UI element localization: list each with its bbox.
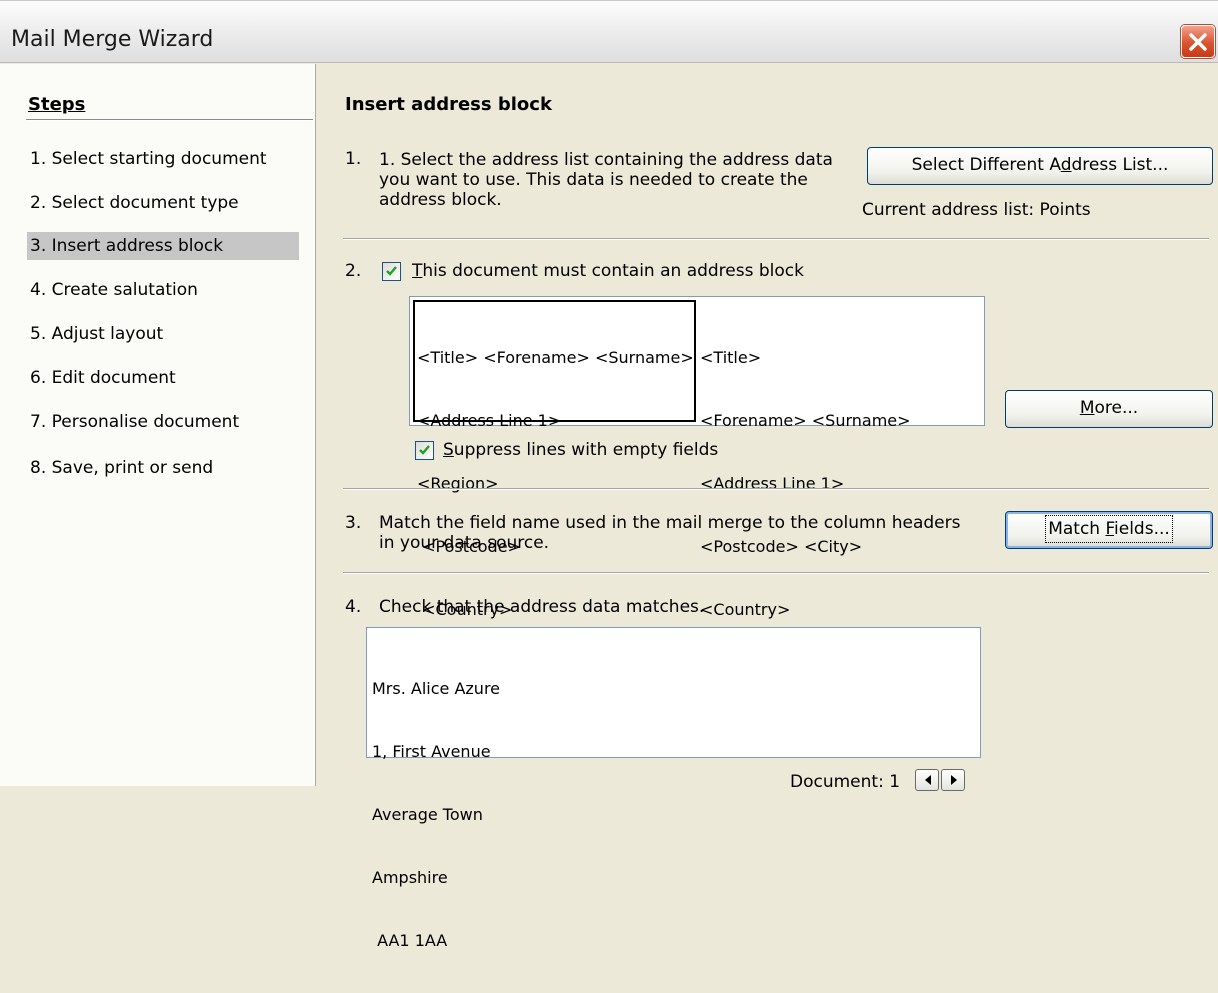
layout-2-line: <Country> (700, 600, 791, 619)
more-button[interactable]: More... (1005, 390, 1213, 428)
steps-sidebar: Steps 1. Select starting document 2. Sel… (0, 64, 316, 786)
match-fields-button[interactable]: Match Fields... (1005, 511, 1213, 549)
section-separator-1 (343, 238, 1209, 240)
title-bar: Mail Merge Wizard (0, 1, 1218, 63)
step-select-document-type[interactable]: 2. Select document type (27, 189, 299, 217)
address-data-preview: Mrs. Alice Azure 1, First Avenue Average… (366, 627, 981, 950)
checkmark-icon (419, 445, 430, 455)
suppress-empty-lines-checkbox[interactable] (415, 441, 434, 460)
layout-1-line: <Region> (417, 474, 499, 493)
previous-document-button[interactable] (915, 769, 939, 791)
arrow-right-icon (951, 775, 957, 785)
preview-address-line: 1, First Avenue (372, 742, 491, 761)
layout-2-line: <Address Line 1> (700, 474, 845, 493)
step-personalise-document[interactable]: 7. Personalise document (27, 408, 299, 436)
document-counter-label: Document: 1 (790, 772, 901, 792)
step-adjust-layout[interactable]: 5. Adjust layout (27, 320, 299, 348)
step-edit-document[interactable]: 6. Edit document (27, 364, 299, 392)
mail-merge-wizard-window: Mail Merge Wizard Steps 1. Select starti… (0, 0, 1218, 950)
select-different-address-list-button[interactable]: Select Different Address List... (867, 147, 1213, 185)
step-insert-address-block[interactable]: 3. Insert address block (27, 232, 299, 260)
address-block-checkbox-label: This document must contain an address bl… (412, 261, 804, 281)
layout-1-line: <Address Line 1> (417, 411, 562, 430)
preview-address-line: Ampshire (372, 868, 448, 887)
preview-address-line: Mrs. Alice Azure (372, 679, 501, 698)
preview-address-line: AA1 1AA (372, 931, 448, 950)
section-4-text: Check that the address data matches. (379, 597, 705, 617)
next-document-button[interactable] (941, 769, 965, 791)
address-layout-preview[interactable]: <Title> <Forename> <Surname> <Address Li… (409, 296, 985, 619)
preview-address-line: Average Town (372, 805, 483, 824)
current-address-list-label: Current address list: Points (862, 200, 1091, 220)
close-button[interactable] (1181, 25, 1215, 58)
checkmark-icon (386, 266, 397, 276)
address-layout-option-2[interactable]: <Title> <Forename> <Surname> <Address Li… (700, 305, 980, 662)
close-icon (1189, 33, 1207, 51)
page-title: Insert address block (345, 94, 552, 115)
step-create-salutation[interactable]: 4. Create salutation (27, 276, 299, 304)
arrow-left-icon (925, 775, 931, 785)
steps-divider (26, 119, 313, 121)
section-2-number: 2. (345, 261, 362, 281)
layout-2-line: <Forename> <Surname> (700, 411, 911, 430)
main-panel: Insert address block 1. 1. Select the ad… (317, 64, 1218, 950)
section-3-text: Match the field name used in the mail me… (379, 513, 961, 553)
step-save-print-send[interactable]: 8. Save, print or send (27, 454, 299, 482)
section-separator-2 (343, 488, 1209, 490)
layout-1-line: <Title> <Forename> <Surname> (417, 348, 694, 367)
layout-2-line: <Title> (700, 348, 762, 367)
steps-heading: Steps (28, 94, 86, 115)
step-select-starting-document[interactable]: 1. Select starting document (27, 145, 299, 173)
section-1-text: 1. Select the address list containing th… (379, 150, 833, 210)
section-separator-3 (343, 572, 1209, 574)
section-3-number: 3. (345, 513, 362, 533)
window-title: Mail Merge Wizard (11, 27, 214, 52)
address-block-checkbox[interactable] (382, 262, 401, 281)
suppress-empty-lines-label: Suppress lines with empty fields (443, 440, 719, 460)
section-1-number: 1. (345, 149, 362, 169)
section-4-number: 4. (345, 597, 362, 617)
